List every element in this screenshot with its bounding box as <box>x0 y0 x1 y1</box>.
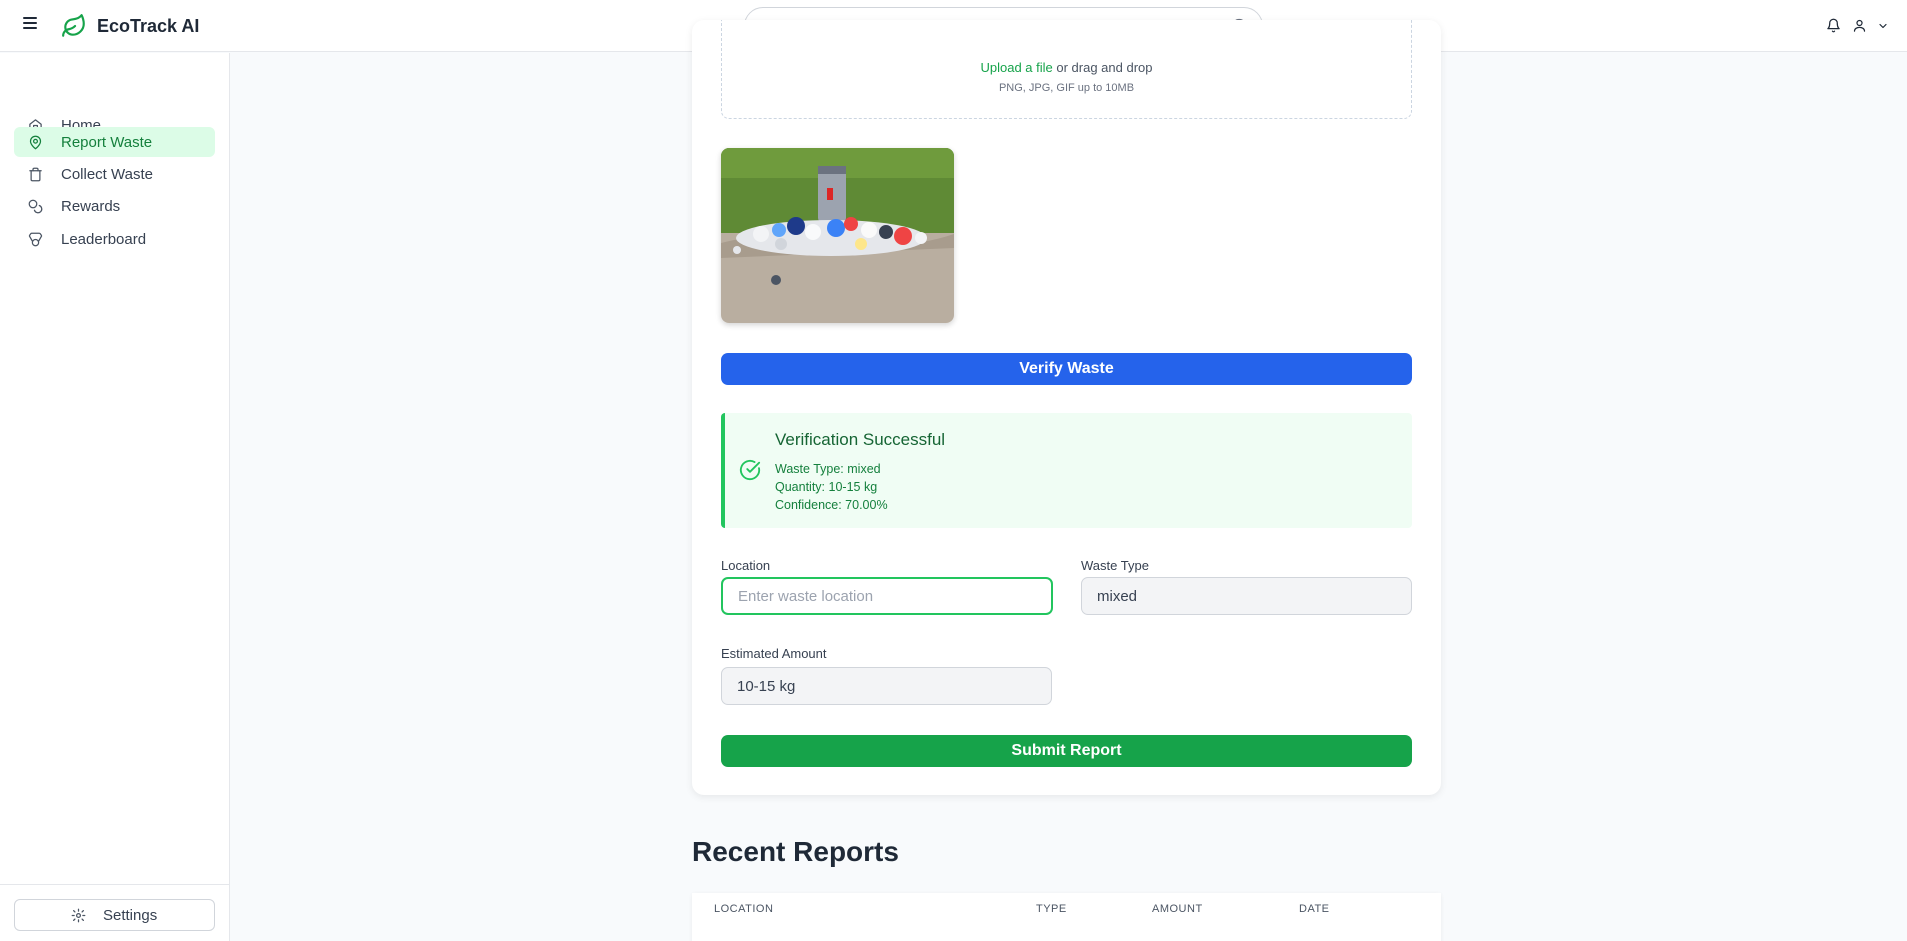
check-circle-icon <box>739 459 761 481</box>
recent-reports-table: LOCATION TYPE AMOUNT DATE <box>692 893 1441 941</box>
sidebar-item-label: Rewards <box>61 198 121 215</box>
waste-type-label: Waste Type <box>1081 558 1149 573</box>
menu-icon[interactable] <box>23 17 37 31</box>
leaf-logo-icon <box>62 14 85 37</box>
chevron-down-icon[interactable] <box>1877 20 1889 32</box>
settings-button[interactable]: Settings <box>14 899 215 931</box>
waste-image-preview <box>721 148 954 323</box>
estimated-amount-label: Estimated Amount <box>721 646 827 661</box>
column-header-location: LOCATION <box>714 903 774 915</box>
upload-instructions: Upload a file or drag and drop <box>722 60 1411 75</box>
confidence-result: Confidence: 70.00% <box>775 498 888 512</box>
upload-drag-text: or drag and drop <box>1052 60 1153 75</box>
sidebar-item-label: Report Waste <box>61 134 153 151</box>
quantity-result: Quantity: 10-15 kg <box>775 480 878 494</box>
location-input[interactable] <box>721 577 1053 615</box>
sidebar-item-label: Collect Waste <box>61 166 153 183</box>
verification-title: Verification Successful <box>775 430 946 449</box>
settings-label: Settings <box>103 907 158 924</box>
upload-hint: PNG, JPG, GIF up to 10MB <box>998 82 1135 94</box>
app-title: EcoTrack AI <box>97 16 200 36</box>
map-pin-icon <box>29 135 42 150</box>
report-form-card: Upload a file or drag and drop PNG, JPG,… <box>692 20 1441 795</box>
column-header-type: TYPE <box>1036 903 1067 915</box>
trash-icon <box>29 167 42 182</box>
location-label: Location <box>721 558 771 573</box>
bell-icon[interactable] <box>1826 18 1841 33</box>
submit-report-button[interactable]: Submit Report <box>721 735 1412 767</box>
sidebar-item-leaderboard[interactable]: Leaderboard <box>14 224 215 254</box>
upload-dropzone[interactable]: Upload a file or drag and drop PNG, JPG,… <box>721 20 1412 119</box>
gear-icon <box>71 908 86 923</box>
medal-icon <box>28 232 43 247</box>
column-header-amount: AMOUNT <box>1152 903 1203 915</box>
user-icon[interactable] <box>1852 18 1867 33</box>
coins-icon <box>28 199 43 214</box>
waste-photo <box>721 148 954 323</box>
sidebar: Home Report Waste Collect Waste Rewards … <box>0 53 230 941</box>
column-header-date: DATE <box>1299 903 1330 915</box>
recent-reports-title: Recent Reports <box>692 836 899 867</box>
waste-type-field[interactable] <box>1081 577 1412 615</box>
upload-file-link[interactable]: Upload a file <box>980 60 1052 75</box>
sidebar-item-rewards[interactable]: Rewards <box>14 191 215 221</box>
sidebar-item-collect-waste[interactable]: Collect Waste <box>14 159 215 189</box>
verification-result: Verification Successful Waste Type: mixe… <box>721 413 1412 528</box>
estimated-amount-field[interactable] <box>721 667 1052 705</box>
sidebar-divider <box>0 884 229 885</box>
waste-type-result: Waste Type: mixed <box>775 462 881 476</box>
verify-waste-button[interactable]: Verify Waste <box>721 353 1412 385</box>
sidebar-item-label: Leaderboard <box>61 231 147 248</box>
sidebar-item-report-waste[interactable]: Report Waste <box>14 127 215 157</box>
